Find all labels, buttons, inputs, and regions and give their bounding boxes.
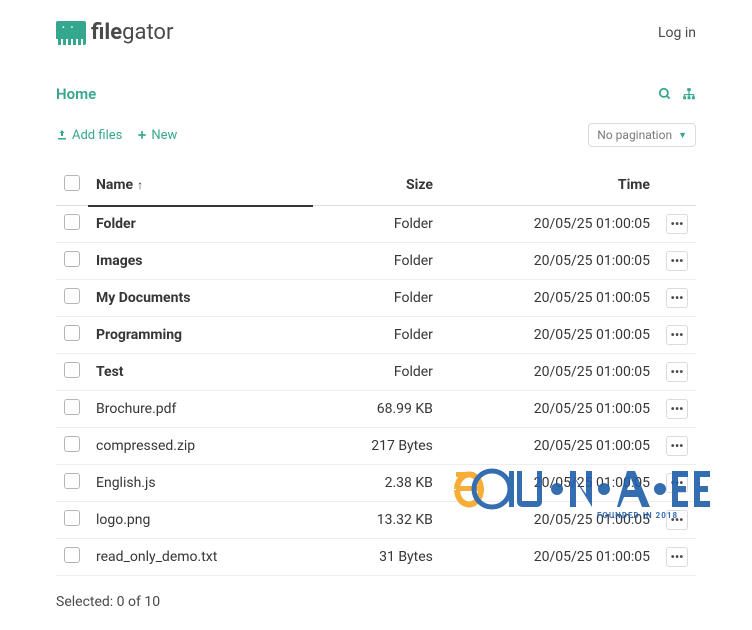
file-time: 20/05/25 01:00:05 <box>441 539 658 576</box>
table-row[interactable]: My DocumentsFolder20/05/25 01:00:05 ••• <box>56 280 696 317</box>
file-size: 31 Bytes <box>313 539 440 576</box>
upload-icon <box>56 129 68 141</box>
file-time: 20/05/25 01:00:05 <box>441 391 658 428</box>
column-header-size[interactable]: Size <box>313 165 440 206</box>
file-size: 2.38 KB <box>313 465 440 502</box>
file-time: 20/05/25 01:00:05 <box>441 243 658 280</box>
file-name[interactable]: compressed.zip <box>88 428 313 465</box>
file-size: 13.32 KB <box>313 502 440 539</box>
more-button[interactable]: ••• <box>666 251 688 271</box>
table-row[interactable]: FolderFolder20/05/25 01:00:05••• <box>56 206 696 243</box>
breadcrumb-home[interactable]: Home <box>56 85 96 103</box>
file-name[interactable]: Test <box>88 354 313 391</box>
plus-icon <box>137 130 147 140</box>
more-button[interactable]: ••• <box>666 288 688 308</box>
table-row[interactable]: ProgrammingFolder20/05/25 01:00:05 ••• <box>56 317 696 354</box>
row-checkbox[interactable] <box>64 362 80 378</box>
more-button[interactable]: ••• <box>666 325 688 345</box>
add-files-button[interactable]: Add files <box>56 128 122 143</box>
file-time: 20/05/25 01:00:05 <box>441 280 658 317</box>
file-size: 217 Bytes <box>313 428 440 465</box>
more-button[interactable]: ••• <box>666 362 688 382</box>
table-row[interactable]: TestFolder20/05/25 01:00:05 ••• <box>56 354 696 391</box>
row-checkbox[interactable] <box>64 288 80 304</box>
file-name[interactable]: read_only_demo.txt <box>88 539 313 576</box>
row-checkbox[interactable] <box>64 547 80 563</box>
file-time: 20/05/25 01:00:05 <box>441 465 658 502</box>
row-checkbox[interactable] <box>64 399 80 415</box>
table-row[interactable]: read_only_demo.txt31 Bytes20/05/25 01:00… <box>56 539 696 576</box>
file-name[interactable]: English.js <box>88 465 313 502</box>
logo[interactable]: filegator <box>56 20 173 45</box>
column-header-name[interactable]: Name↑ <box>88 165 313 206</box>
sitemap-icon[interactable] <box>682 87 696 101</box>
file-time: 20/05/25 01:00:05 <box>441 354 658 391</box>
file-size: Folder <box>313 317 440 354</box>
row-checkbox[interactable] <box>64 214 80 230</box>
table-row[interactable]: Brochure.pdf68.99 KB20/05/25 01:00:05 ••• <box>56 391 696 428</box>
row-checkbox[interactable] <box>64 510 80 526</box>
more-button[interactable]: ••• <box>666 214 688 234</box>
file-table: Name↑ Size Time FolderFolder20/05/25 01:… <box>56 165 696 576</box>
file-size: 68.99 KB <box>313 391 440 428</box>
more-button[interactable]: ••• <box>666 547 688 567</box>
file-time: 20/05/25 01:00:05 <box>441 317 658 354</box>
selected-count: Selected: 0 of 10 <box>56 594 696 610</box>
more-button[interactable]: ••• <box>666 473 688 493</box>
header: filegator Log in <box>56 20 696 45</box>
chevron-down-icon: ▼ <box>678 130 687 141</box>
table-row[interactable]: compressed.zip217 Bytes20/05/25 01:00:05… <box>56 428 696 465</box>
row-checkbox[interactable] <box>64 473 80 489</box>
file-name[interactable]: Folder <box>88 206 313 243</box>
file-size: Folder <box>313 206 440 243</box>
file-size: Folder <box>313 354 440 391</box>
pagination-select[interactable]: No pagination ▼ <box>588 123 696 147</box>
row-checkbox[interactable] <box>64 251 80 267</box>
file-time: 20/05/25 01:00:05 <box>441 502 658 539</box>
table-row[interactable]: logo.png13.32 KB20/05/25 01:00:05 ••• <box>56 502 696 539</box>
file-name[interactable]: My Documents <box>88 280 313 317</box>
file-name[interactable]: logo.png <box>88 502 313 539</box>
row-checkbox[interactable] <box>64 436 80 452</box>
column-header-time[interactable]: Time <box>441 165 658 206</box>
logo-text: filegator <box>91 20 173 45</box>
file-size: Folder <box>313 280 440 317</box>
file-time: 20/05/25 01:00:05 <box>441 428 658 465</box>
file-name[interactable]: Images <box>88 243 313 280</box>
table-row[interactable]: English.js2.38 KB20/05/25 01:00:05 ••• <box>56 465 696 502</box>
file-name[interactable]: Brochure.pdf <box>88 391 313 428</box>
more-button[interactable]: ••• <box>666 436 688 456</box>
login-link[interactable]: Log in <box>658 25 696 41</box>
file-name[interactable]: Programming <box>88 317 313 354</box>
file-time: 20/05/25 01:00:05 <box>441 206 658 243</box>
search-icon[interactable] <box>658 87 672 101</box>
select-all-checkbox[interactable] <box>64 175 80 191</box>
row-checkbox[interactable] <box>64 325 80 341</box>
sort-ascending-icon: ↑ <box>137 178 143 192</box>
file-size: Folder <box>313 243 440 280</box>
more-button[interactable]: ••• <box>666 510 688 530</box>
table-row[interactable]: ImagesFolder20/05/25 01:00:05 ••• <box>56 243 696 280</box>
new-button[interactable]: New <box>137 128 177 143</box>
more-button[interactable]: ••• <box>666 399 688 419</box>
logo-icon <box>56 21 86 45</box>
